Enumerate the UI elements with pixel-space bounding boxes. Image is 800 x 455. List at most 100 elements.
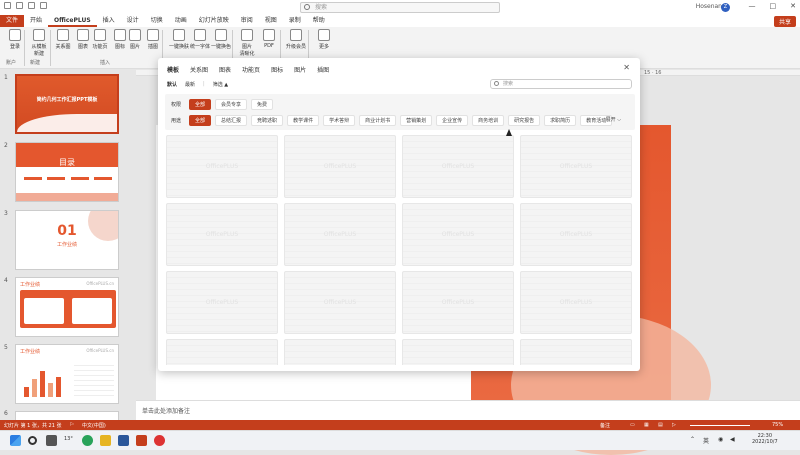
filter-chip[interactable]: 研究报告 xyxy=(508,115,541,126)
expand-button[interactable]: 展开 ⌵ xyxy=(606,116,621,123)
template-card[interactable]: OfficePLUS xyxy=(166,135,278,198)
slide-thumbnail[interactable]: 简约几何工作汇报PPT模板 xyxy=(15,74,119,134)
ribbon-button[interactable]: 登录 xyxy=(4,29,26,50)
maximize-icon[interactable]: □ xyxy=(770,2,777,10)
filter-chip[interactable]: 学术答辩 xyxy=(323,115,356,126)
reading-view-icon[interactable]: ▤ xyxy=(658,422,663,428)
avatar[interactable]: Z xyxy=(721,3,730,12)
ribbon-button[interactable]: 一键换色 xyxy=(210,29,232,50)
close-icon[interactable]: ✕ xyxy=(623,63,630,72)
ribbon-tab[interactable]: 帮助 xyxy=(307,15,331,27)
template-card[interactable]: OfficePLUS xyxy=(166,271,278,334)
template-card[interactable]: OfficePLUS xyxy=(284,271,396,334)
dialog-tab[interactable]: 图标 xyxy=(271,65,283,74)
filter-chip[interactable]: 会员专享 xyxy=(215,99,248,110)
ribbon-tab[interactable]: 设计 xyxy=(121,15,145,27)
ribbon-tab[interactable]: 视图 xyxy=(259,15,283,27)
ribbon-button[interactable]: 升级会员 xyxy=(285,29,307,50)
ribbon-tab[interactable]: 幻灯片放映 xyxy=(193,15,235,27)
ribbon-button[interactable]: 从模板 新建 xyxy=(28,29,50,57)
ribbon-tab[interactable]: OfficePLUS xyxy=(48,15,97,27)
ribbon-button[interactable]: 统一字体 xyxy=(189,29,211,50)
filter-chip[interactable]: 总结汇报 xyxy=(215,115,248,126)
tray-chevron-icon[interactable]: ⌃ xyxy=(690,436,695,443)
filter-chip[interactable]: 营销策划 xyxy=(400,115,433,126)
volume-icon[interactable]: ◀ xyxy=(730,436,735,443)
ribbon-button[interactable]: 关系图 xyxy=(52,29,74,50)
zoom-slider[interactable] xyxy=(690,425,750,426)
ribbon-tab[interactable]: 动画 xyxy=(169,15,193,27)
slide-thumbnail[interactable]: 目录 xyxy=(15,142,119,202)
ribbon-tab[interactable]: 切换 xyxy=(145,15,169,27)
dialog-tab[interactable]: 图表 xyxy=(219,65,231,74)
template-card[interactable]: OfficePLUS xyxy=(402,271,514,334)
filter-toggle[interactable]: 筛选 ▲ xyxy=(213,81,228,88)
dialog-search-input[interactable]: 搜索 xyxy=(490,79,632,89)
file-explorer-icon[interactable] xyxy=(100,435,111,446)
slide-thumbnail[interactable]: 工作业绩 OfficePLUS.cn xyxy=(15,277,119,337)
weather-temp[interactable]: 13° xyxy=(64,436,73,442)
template-card[interactable]: OfficePLUS xyxy=(402,135,514,198)
dialog-tab[interactable]: 功能页 xyxy=(242,65,260,74)
template-card[interactable]: OfficePLUS xyxy=(520,135,632,198)
template-card[interactable]: OfficePLUS xyxy=(402,339,514,365)
ribbon-tab[interactable]: 开始 xyxy=(24,15,48,27)
template-card[interactable]: OfficePLUS xyxy=(166,203,278,266)
slide-thumbnail[interactable]: 工作业绩 OfficePLUS.cn xyxy=(15,344,119,404)
template-card[interactable]: OfficePLUS xyxy=(520,203,632,266)
task-view-icon[interactable] xyxy=(46,435,57,446)
accessibility-icon[interactable]: ⚐ xyxy=(70,422,74,428)
normal-view-icon[interactable]: ▭ xyxy=(630,422,635,428)
slide-thumbnail[interactable]: 01 工作业绩 xyxy=(15,210,119,270)
powerpoint-icon[interactable] xyxy=(136,435,147,446)
template-card[interactable]: OfficePLUS xyxy=(402,203,514,266)
clock[interactable]: 22:30 2022/10/7 xyxy=(752,433,778,445)
ribbon-tab[interactable]: 文件 xyxy=(0,15,25,27)
word-icon[interactable] xyxy=(118,435,129,446)
zoom-level[interactable]: 75% xyxy=(772,422,783,428)
template-card[interactable]: OfficePLUS xyxy=(284,135,396,198)
filter-chip[interactable]: 竞聘述职 xyxy=(251,115,284,126)
filter-chip[interactable]: 商务培训 xyxy=(472,115,505,126)
title-search-box[interactable]: 搜索 xyxy=(300,2,500,13)
slideshow-icon[interactable]: ▷ xyxy=(672,422,676,428)
slide-sorter-icon[interactable]: ▦ xyxy=(644,422,649,428)
dialog-tab[interactable]: 模板 xyxy=(167,65,179,74)
filter-chip[interactable]: 免费 xyxy=(251,99,274,110)
dialog-tab[interactable]: 插图 xyxy=(317,65,329,74)
template-card[interactable]: OfficePLUS xyxy=(520,339,632,365)
ribbon-button[interactable]: PDF xyxy=(258,29,280,49)
ribbon-tab[interactable]: 录制 xyxy=(283,15,307,27)
ribbon-button[interactable]: 一键换肤 xyxy=(168,29,190,50)
template-card[interactable]: OfficePLUS xyxy=(520,271,632,334)
user-name[interactable]: Hosenan xyxy=(696,3,722,10)
close-window-icon[interactable]: ✕ xyxy=(790,2,796,10)
filter-chip[interactable]: 教学课件 xyxy=(287,115,320,126)
language-status[interactable]: 中文(中国) xyxy=(82,422,106,429)
filter-chip[interactable]: 全部 xyxy=(189,115,212,126)
ribbon-button[interactable]: 图片 清晰化 xyxy=(236,29,258,57)
dialog-tab[interactable]: 关系图 xyxy=(190,65,208,74)
ribbon-button[interactable]: 功能页 xyxy=(89,29,111,50)
notes-toggle-button[interactable]: 备注 xyxy=(600,422,610,429)
ribbon-button[interactable]: 更多 xyxy=(313,29,335,50)
network-icon[interactable]: ◉ xyxy=(718,436,723,443)
share-button[interactable]: 共享 xyxy=(773,16,796,27)
filter-chip[interactable]: 企业宣传 xyxy=(436,115,469,126)
template-card[interactable]: OfficePLUS xyxy=(166,339,278,365)
sort-default[interactable]: 默认 xyxy=(167,81,177,88)
template-card[interactable]: OfficePLUS xyxy=(284,203,396,266)
ribbon-button[interactable]: 插图 xyxy=(142,29,164,50)
filter-chip[interactable]: 全部 xyxy=(189,99,212,110)
sort-latest[interactable]: 最新 xyxy=(185,81,195,88)
edge-browser-icon[interactable] xyxy=(82,435,93,446)
filter-chip[interactable]: 商业计划书 xyxy=(359,115,397,126)
app-icon[interactable] xyxy=(154,435,165,446)
ribbon-tab[interactable]: 插入 xyxy=(97,15,121,27)
template-card[interactable]: OfficePLUS xyxy=(284,339,396,365)
start-menu-icon[interactable] xyxy=(10,435,21,446)
ime-indicator[interactable]: 英 xyxy=(703,436,709,445)
ribbon-tab[interactable]: 审阅 xyxy=(235,15,259,27)
taskbar-search-icon[interactable] xyxy=(28,436,37,445)
filter-chip[interactable]: 求职简历 xyxy=(544,115,577,126)
